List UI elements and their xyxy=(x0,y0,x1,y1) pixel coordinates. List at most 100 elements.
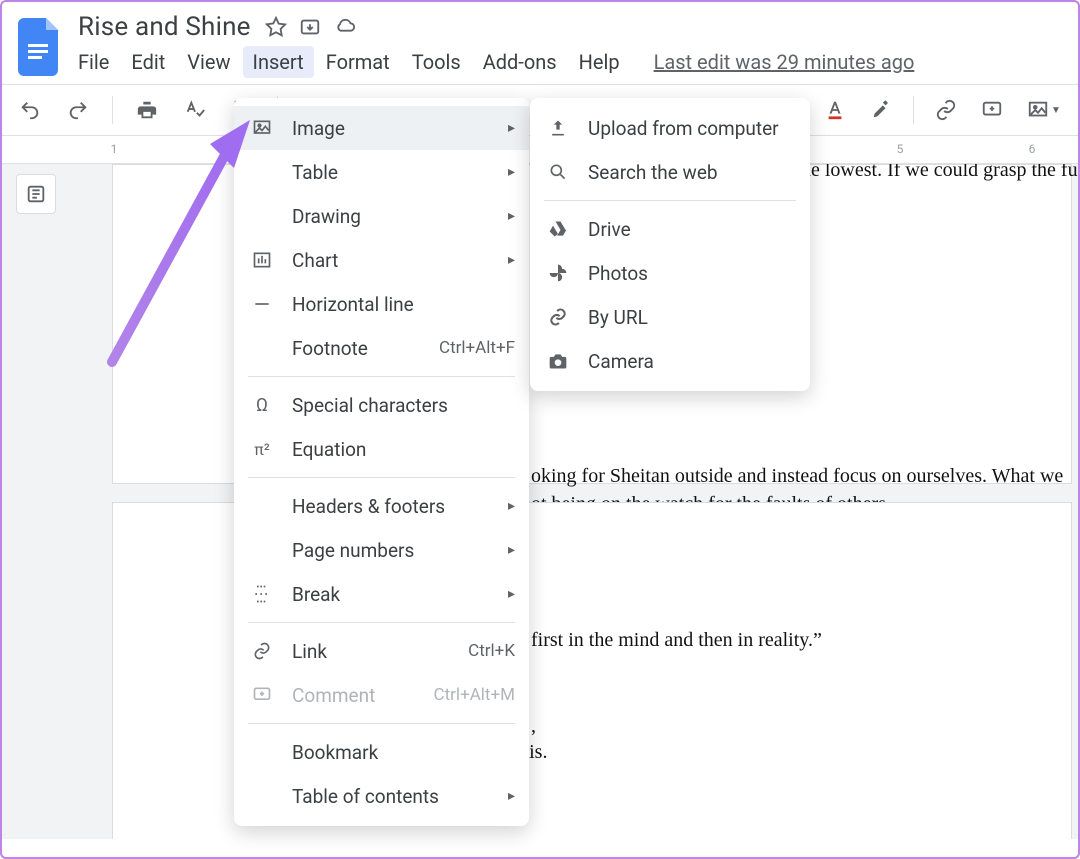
menu-page-numbers[interactable]: Page numbers ▸ xyxy=(234,528,529,572)
body-text: first in the mind and then in reality.” xyxy=(531,629,822,652)
menu-comment: Comment Ctrl+Alt+M xyxy=(234,673,529,717)
menu-image[interactable]: Image ▸ xyxy=(234,106,529,150)
chevron-right-icon: ▸ xyxy=(508,586,515,602)
label: Horizontal line xyxy=(292,293,414,316)
label: Bookmark xyxy=(292,741,378,764)
label: Table xyxy=(292,161,338,184)
submenu-upload[interactable]: Upload from computer xyxy=(530,106,810,150)
label: Chart xyxy=(292,249,338,272)
menu-bookmark[interactable]: Bookmark xyxy=(234,730,529,774)
menu-help[interactable]: Help xyxy=(579,50,620,74)
print-icon[interactable] xyxy=(133,96,161,124)
menu-chart[interactable]: Chart ▸ xyxy=(234,238,529,282)
label: Break xyxy=(292,583,340,606)
link-icon xyxy=(546,307,570,327)
redo-icon[interactable] xyxy=(64,96,92,124)
menu-tools[interactable]: Tools xyxy=(412,50,461,74)
submenu-drive[interactable]: Drive xyxy=(530,207,810,251)
upload-icon xyxy=(546,118,570,138)
shortcut: Ctrl+K xyxy=(468,641,515,661)
menu-addons[interactable]: Add-ons xyxy=(483,50,557,74)
search-icon xyxy=(546,162,570,182)
menu-headers-footers[interactable]: Headers & footers ▸ xyxy=(234,484,529,528)
link-icon xyxy=(250,641,274,661)
label: Table of contents xyxy=(292,785,439,808)
comment-add-icon[interactable] xyxy=(978,96,1006,124)
body-text: , xyxy=(531,715,536,738)
menu-horizontal-line[interactable]: Horizontal line xyxy=(234,282,529,326)
drive-icon xyxy=(546,219,570,239)
submenu-search-web[interactable]: Search the web xyxy=(530,150,810,194)
star-icon[interactable] xyxy=(265,16,287,38)
menu-drawing[interactable]: Drawing ▸ xyxy=(234,194,529,238)
label: Link xyxy=(292,640,327,663)
camera-icon xyxy=(546,351,570,371)
chevron-right-icon: ▸ xyxy=(508,542,515,558)
chevron-right-icon: ▸ xyxy=(508,498,515,514)
menu-bar: File Edit View Insert Format Tools Add-o… xyxy=(78,42,1062,84)
spellcheck-icon[interactable] xyxy=(181,96,209,124)
photos-icon xyxy=(546,263,570,283)
image-submenu: Upload from computer Search the web Driv… xyxy=(530,98,810,391)
chevron-right-icon: ▸ xyxy=(508,164,515,180)
label: Photos xyxy=(588,262,648,285)
move-icon[interactable] xyxy=(299,16,321,38)
menu-special-characters[interactable]: Ω Special characters xyxy=(234,383,529,427)
label: Equation xyxy=(292,438,366,461)
hline-icon xyxy=(250,294,274,314)
comment-icon xyxy=(250,685,274,705)
label: Special characters xyxy=(292,394,448,417)
submenu-by-url[interactable]: By URL xyxy=(530,295,810,339)
submenu-photos[interactable]: Photos xyxy=(530,251,810,295)
menu-equation[interactable]: π² Equation xyxy=(234,427,529,471)
undo-icon[interactable] xyxy=(16,96,44,124)
label: Headers & footers xyxy=(292,495,445,518)
chart-icon xyxy=(250,250,274,270)
menu-table[interactable]: Table ▸ xyxy=(234,150,529,194)
insert-image-icon[interactable]: ▼ xyxy=(1024,96,1064,124)
label: By URL xyxy=(588,306,648,329)
docs-header: Rise and Shine File Edit View Insert For… xyxy=(2,2,1078,84)
highlight-icon[interactable] xyxy=(867,96,895,124)
chevron-right-icon: ▸ xyxy=(508,788,515,804)
omega-icon: Ω xyxy=(250,395,274,416)
ruler-mark: 1 xyxy=(111,142,118,156)
shortcut: Ctrl+Alt+F xyxy=(439,338,515,358)
label: Drawing xyxy=(292,205,361,228)
label: Drive xyxy=(588,218,631,241)
cloud-icon[interactable] xyxy=(333,16,357,38)
ruler-mark: 5 xyxy=(897,142,904,156)
chevron-right-icon: ▸ xyxy=(508,208,515,224)
label: Image xyxy=(292,117,345,140)
body-text: oking for Sheitan outside and instead fo… xyxy=(531,465,1063,488)
last-edit-link[interactable]: Last edit was 29 minutes ago xyxy=(654,50,915,74)
menu-file[interactable]: File xyxy=(78,50,109,74)
label: Search the web xyxy=(588,161,718,184)
link-icon[interactable] xyxy=(932,96,960,124)
label: Camera xyxy=(588,350,654,373)
text-color-icon[interactable] xyxy=(821,96,849,124)
menu-link[interactable]: Link Ctrl+K xyxy=(234,629,529,673)
menu-footnote[interactable]: Footnote Ctrl+Alt+F xyxy=(234,326,529,370)
insert-dropdown: Image ▸ Table ▸ Drawing ▸ Chart ▸ Horizo… xyxy=(234,98,529,826)
menu-table-of-contents[interactable]: Table of contents ▸ xyxy=(234,774,529,818)
menu-edit[interactable]: Edit xyxy=(131,50,165,74)
chevron-right-icon: ▸ xyxy=(508,120,515,136)
label: Upload from computer xyxy=(588,117,779,140)
shortcut: Ctrl+Alt+M xyxy=(434,685,515,705)
submenu-camera[interactable]: Camera xyxy=(530,339,810,383)
ruler-mark: 6 xyxy=(1029,142,1036,156)
menu-view[interactable]: View xyxy=(187,50,230,74)
label: Footnote xyxy=(292,337,368,360)
label: Page numbers xyxy=(292,539,414,562)
body-text: he lowest. If we could grasp the full xyxy=(801,164,1078,182)
pi-icon: π² xyxy=(250,440,274,459)
docs-logo-icon[interactable] xyxy=(18,18,62,76)
menu-format[interactable]: Format xyxy=(326,50,390,74)
menu-insert[interactable]: Insert xyxy=(243,46,314,78)
outline-icon[interactable] xyxy=(16,174,56,214)
label: Comment xyxy=(292,684,375,707)
menu-break[interactable]: Break ▸ xyxy=(234,572,529,616)
document-title[interactable]: Rise and Shine xyxy=(78,12,251,42)
image-icon xyxy=(250,118,274,138)
